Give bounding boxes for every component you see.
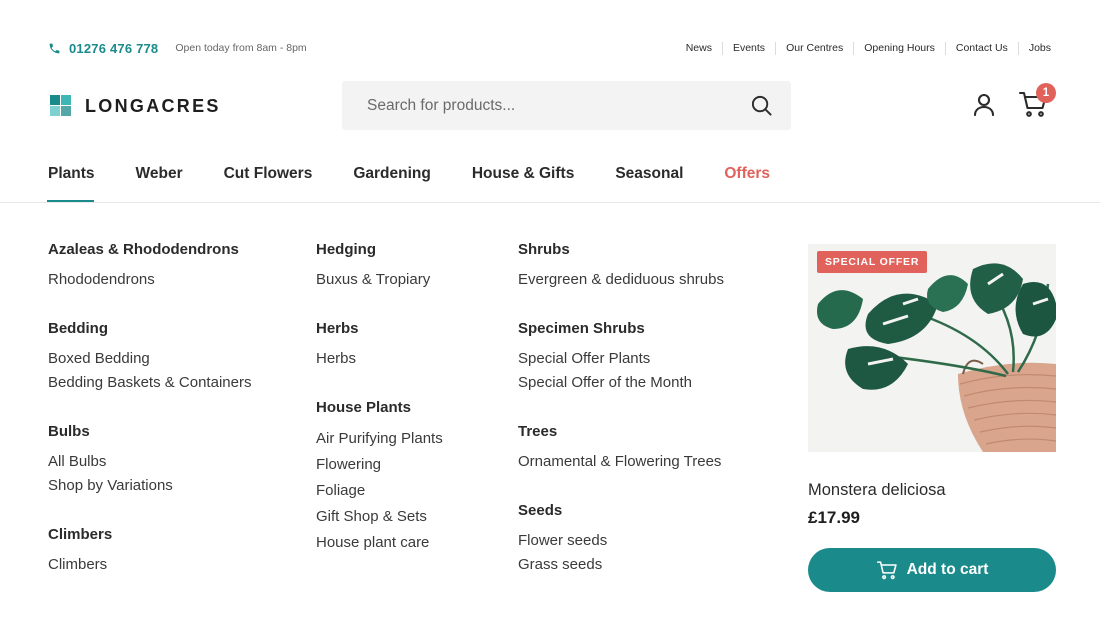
nav-item-weber[interactable]: Weber <box>136 162 183 203</box>
menu-link[interactable]: House plant care <box>316 530 443 556</box>
menu-column-2: Hedging Buxus & Tropiary Herbs Herbs Hou… <box>316 241 443 584</box>
menu-group-title[interactable]: Shrubs <box>518 241 724 258</box>
menu-group-title[interactable]: Seeds <box>518 502 724 519</box>
nav-divider <box>0 202 1100 203</box>
menu-group-title[interactable]: House Plants <box>316 399 443 416</box>
link-opening-hours[interactable]: Opening Hours <box>853 41 945 55</box>
menu-group: Bulbs All Bulbs Shop by Variations <box>48 423 251 498</box>
contact-info: 01276 476 778 Open today from 8am - 8pm <box>48 41 307 56</box>
cart-count-badge: 1 <box>1036 83 1056 103</box>
menu-link[interactable]: Shop by Variations <box>48 474 251 498</box>
menu-column-1: Azaleas & Rhododendrons Rhododendrons Be… <box>48 241 251 605</box>
main-nav: Plants Weber Cut Flowers Gardening House… <box>47 162 811 203</box>
search-input[interactable] <box>342 81 732 130</box>
link-news[interactable]: News <box>676 42 722 55</box>
menu-link[interactable]: Herbs <box>316 347 443 371</box>
monstera-plant-image <box>808 244 1056 452</box>
menu-group-title[interactable]: Bulbs <box>48 423 251 440</box>
special-offer-badge: SPECIAL OFFER <box>817 251 928 273</box>
menu-link[interactable]: Rhododendrons <box>48 268 251 292</box>
nav-item-house-gifts[interactable]: House & Gifts <box>472 162 574 203</box>
link-jobs[interactable]: Jobs <box>1017 41 1051 55</box>
menu-group: Climbers Climbers <box>48 526 251 577</box>
site-logo[interactable]: LONGACRES <box>48 93 221 119</box>
menu-group: Herbs Herbs <box>316 320 443 371</box>
menu-link[interactable]: Special Offer Plants <box>518 347 724 371</box>
utility-links: News Events Our Centres Opening Hours Co… <box>676 41 1051 55</box>
phone-icon <box>48 42 61 55</box>
menu-group-title[interactable]: Specimen Shrubs <box>518 320 724 337</box>
menu-link[interactable]: Climbers <box>48 553 251 577</box>
nav-item-gardening[interactable]: Gardening <box>353 162 431 203</box>
menu-group: Seeds Flower seeds Grass seeds <box>518 502 724 577</box>
nav-item-plants[interactable]: Plants <box>47 162 95 203</box>
featured-product-card: SPECIAL OFFER Monstera deliciosa £17.99 … <box>808 244 1056 592</box>
menu-link[interactable]: Grass seeds <box>518 553 724 577</box>
menu-group-title[interactable]: Bedding <box>48 320 251 337</box>
menu-link[interactable]: Air Purifying Plants <box>316 426 443 452</box>
menu-group: Hedging Buxus & Tropiary <box>316 241 443 292</box>
account-icon[interactable] <box>972 92 996 117</box>
link-contact-us[interactable]: Contact Us <box>944 41 1018 55</box>
menu-group: Azaleas & Rhododendrons Rhododendrons <box>48 241 251 292</box>
opening-hours-text: Open today from 8am - 8pm <box>175 42 307 54</box>
link-events[interactable]: Events <box>721 41 775 55</box>
menu-link[interactable]: Boxed Bedding <box>48 347 251 371</box>
menu-link[interactable]: Ornamental & Flowering Trees <box>518 450 724 474</box>
phone-number[interactable]: 01276 476 778 <box>69 41 158 56</box>
menu-link[interactable]: Flowering <box>316 452 443 478</box>
menu-group-title[interactable]: Hedging <box>316 241 443 258</box>
product-image[interactable]: SPECIAL OFFER <box>808 244 1056 452</box>
menu-link[interactable]: Buxus & Tropiary <box>316 268 443 292</box>
add-to-cart-label: Add to cart <box>906 561 989 578</box>
menu-group: Trees Ornamental & Flowering Trees <box>518 423 724 474</box>
menu-group-title[interactable]: Trees <box>518 423 724 440</box>
menu-group: House Plants Air Purifying Plants Flower… <box>316 399 443 556</box>
cart-icon <box>876 561 897 580</box>
menu-group-title[interactable]: Herbs <box>316 320 443 337</box>
nav-item-offers[interactable]: Offers <box>724 162 770 203</box>
product-name[interactable]: Monstera deliciosa <box>808 481 1056 500</box>
menu-column-3: Shrubs Evergreen & dediduous shrubs Spec… <box>518 241 724 605</box>
search-icon[interactable] <box>750 94 773 117</box>
search-bar <box>342 81 791 130</box>
top-bar: 01276 476 778 Open today from 8am - 8pm … <box>48 38 1051 58</box>
nav-item-cut-flowers[interactable]: Cut Flowers <box>224 162 313 203</box>
menu-link[interactable]: Foliage <box>316 478 443 504</box>
menu-link[interactable]: Special Offer of the Month <box>518 371 724 395</box>
menu-group-title[interactable]: Climbers <box>48 526 251 543</box>
add-to-cart-button[interactable]: Add to cart <box>808 548 1056 592</box>
logo-mark-icon <box>50 95 71 116</box>
product-price: £17.99 <box>808 508 860 527</box>
menu-group: Specimen Shrubs Special Offer Plants Spe… <box>518 320 724 395</box>
menu-group: Bedding Boxed Bedding Bedding Baskets & … <box>48 320 251 395</box>
menu-link[interactable]: Evergreen & dediduous shrubs <box>518 268 724 292</box>
menu-link[interactable]: Bedding Baskets & Containers <box>48 371 251 395</box>
menu-group: Shrubs Evergreen & dediduous shrubs <box>518 241 724 292</box>
menu-group-title[interactable]: Azaleas & Rhododendrons <box>48 241 251 258</box>
menu-link[interactable]: Gift Shop & Sets <box>316 504 443 530</box>
menu-link[interactable]: All Bulbs <box>48 450 251 474</box>
link-our-centres[interactable]: Our Centres <box>775 41 853 55</box>
nav-item-seasonal[interactable]: Seasonal <box>615 162 683 203</box>
menu-link[interactable]: Flower seeds <box>518 529 724 553</box>
logo-text: LONGACRES <box>85 95 221 116</box>
